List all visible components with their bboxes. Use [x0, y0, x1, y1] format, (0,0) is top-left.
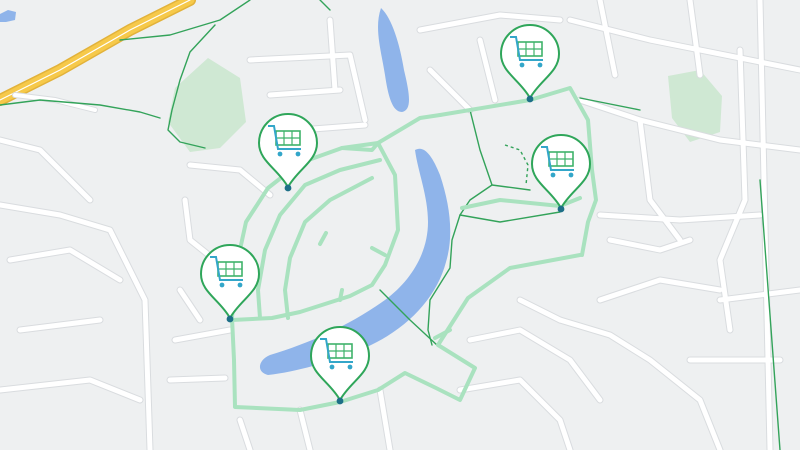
shopping-cart-marker-3[interactable]	[256, 111, 320, 193]
shopping-cart-icon	[309, 325, 371, 405]
shopping-cart-icon	[199, 243, 261, 323]
shopping-cart-marker-4[interactable]	[198, 242, 262, 324]
shopping-cart-marker-5[interactable]	[308, 324, 372, 406]
shopping-cart-marker-2[interactable]	[529, 132, 593, 214]
highway	[0, 0, 196, 113]
map-canvas[interactable]	[0, 0, 800, 450]
shopping-cart-icon	[257, 112, 319, 192]
shopping-cart-icon	[499, 23, 561, 103]
map-base-layer	[0, 0, 800, 450]
shopping-cart-marker-1[interactable]	[498, 22, 562, 104]
shopping-cart-icon	[530, 133, 592, 213]
trail-spur-dashed	[504, 144, 529, 186]
